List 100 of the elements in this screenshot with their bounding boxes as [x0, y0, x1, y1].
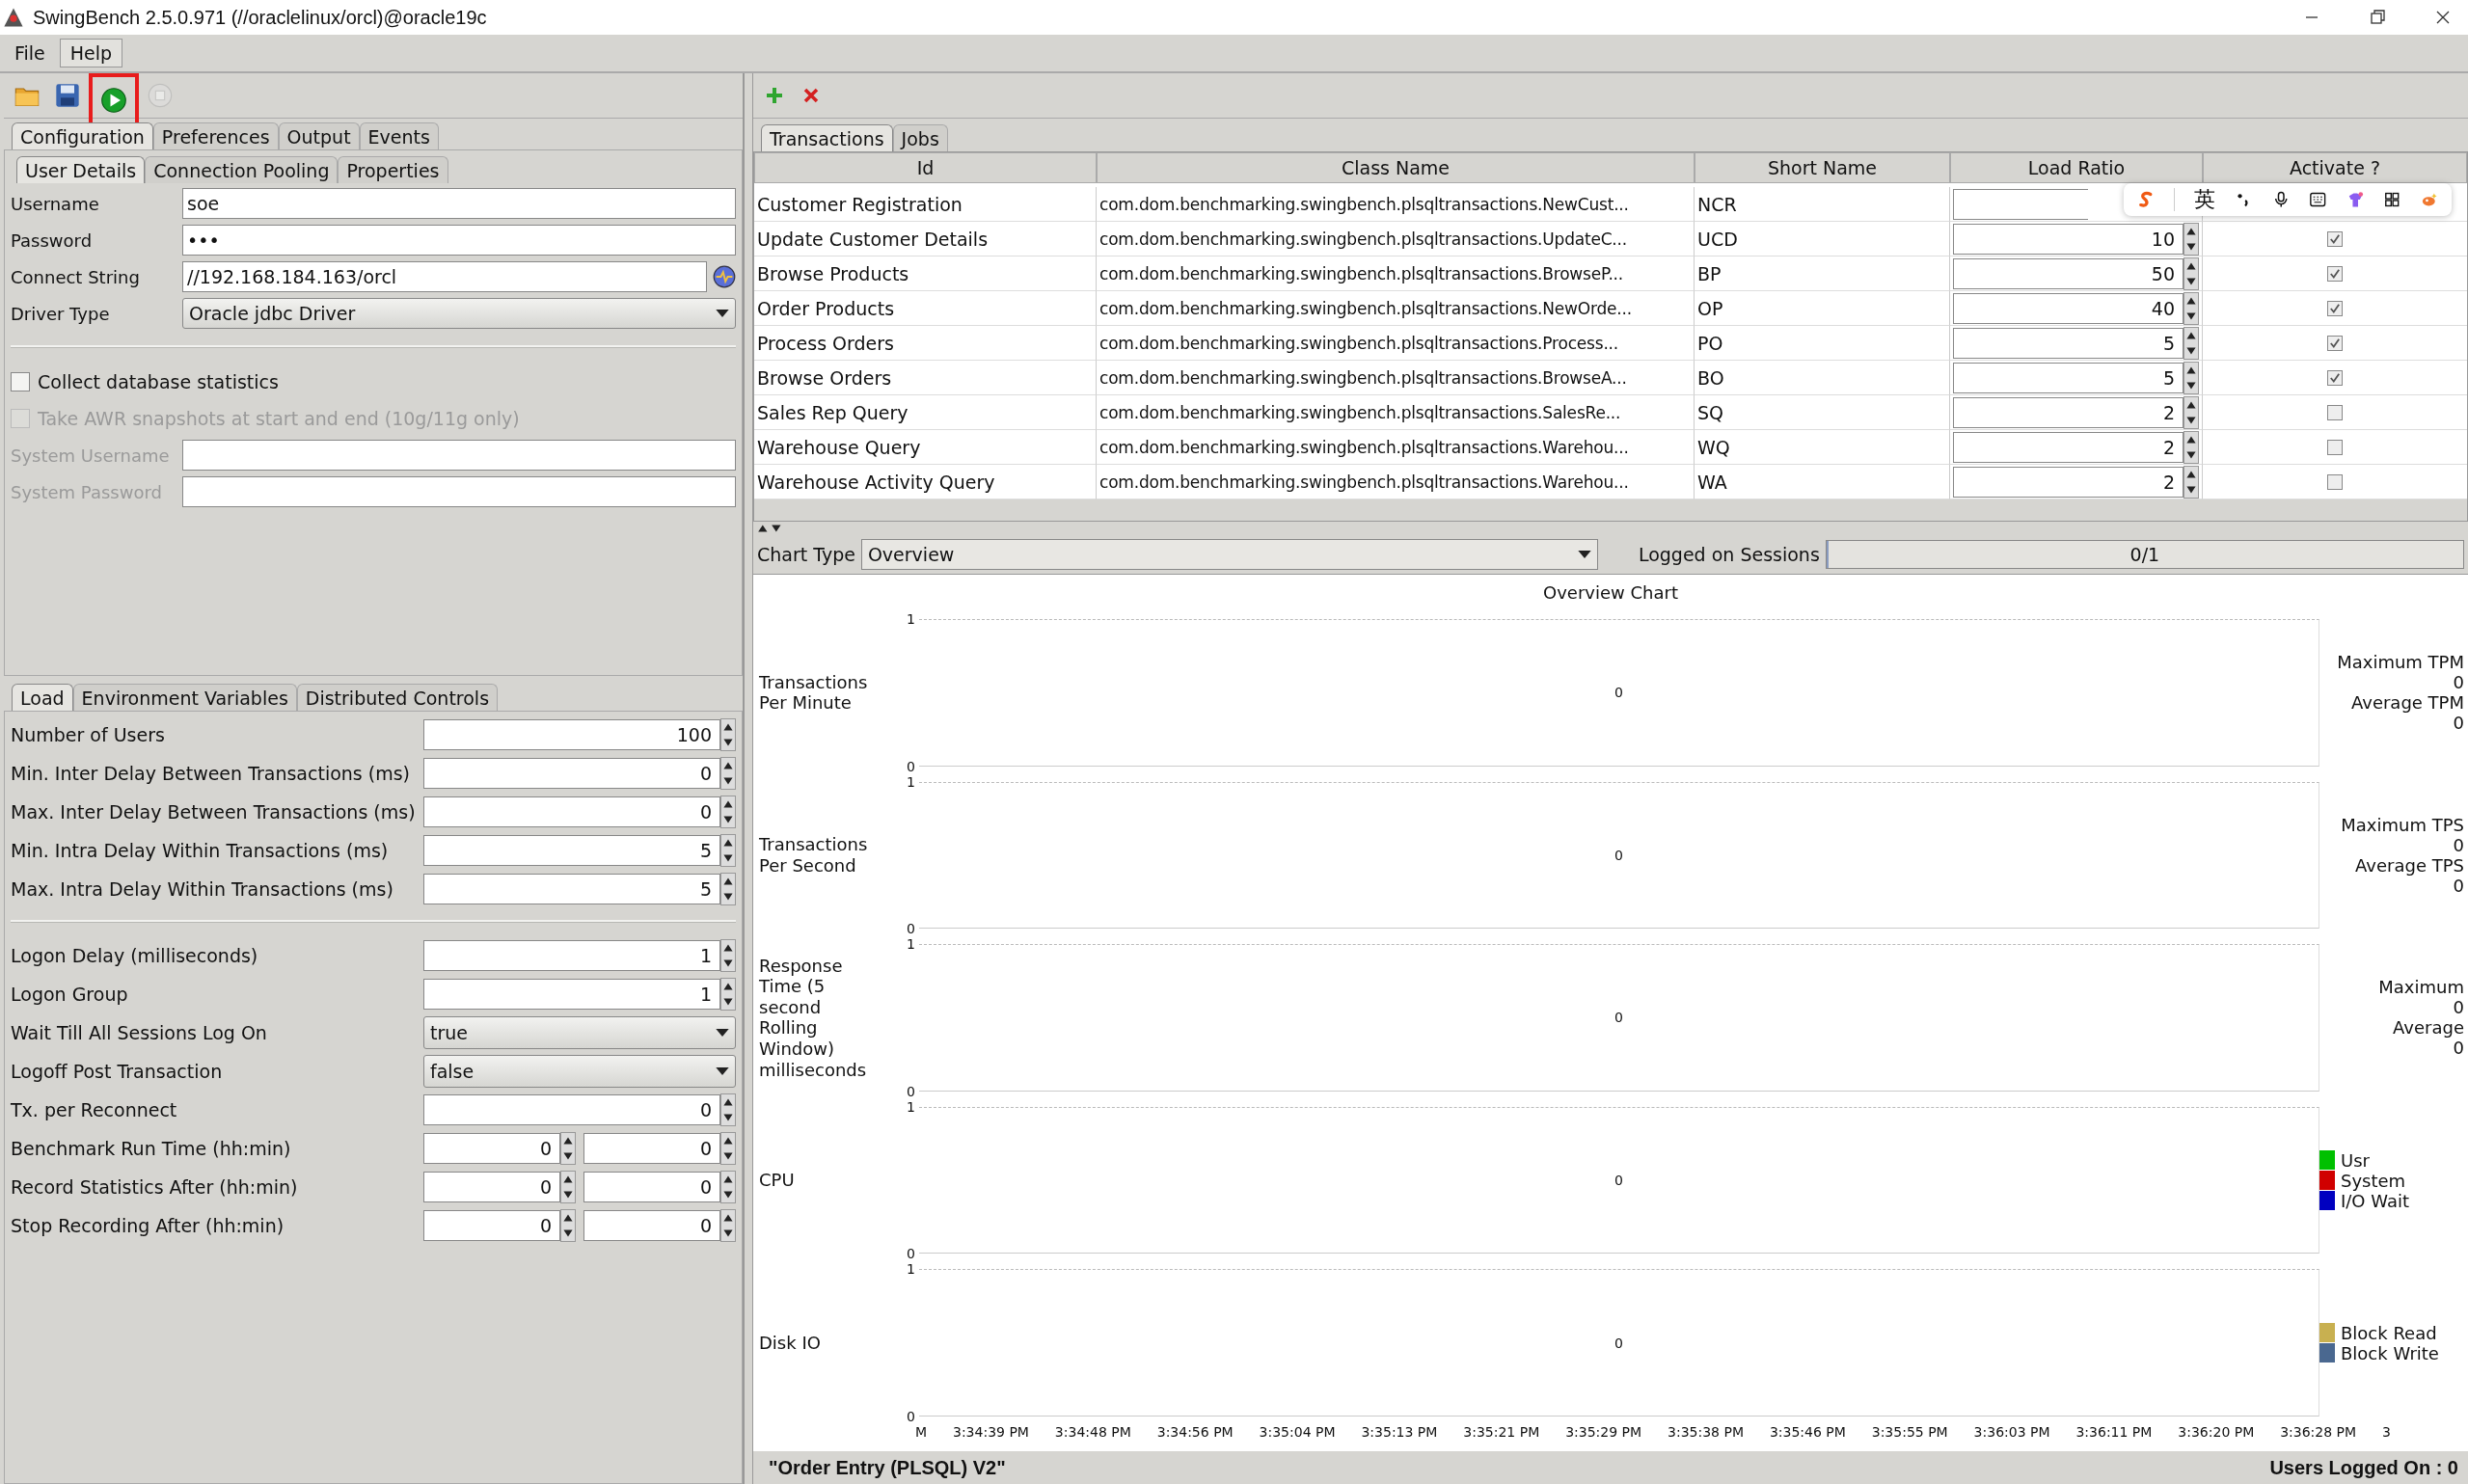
spinner-arrows-icon[interactable]	[720, 718, 736, 751]
axis-label: Transactions Per Minute	[758, 671, 869, 714]
play-icon[interactable]	[100, 87, 127, 114]
number-field[interactable]	[1953, 188, 2088, 220]
checkbox[interactable]	[2327, 335, 2343, 351]
tab[interactable]: Events	[359, 122, 439, 149]
column-header[interactable]: Short Name	[1695, 152, 1950, 183]
checkbox[interactable]	[2327, 473, 2343, 490]
dropdown[interactable]: Overview	[860, 539, 1598, 570]
dropdown[interactable]: true	[423, 1016, 736, 1049]
spinner-arrows-icon[interactable]	[2183, 291, 2199, 325]
tab[interactable]: Distributed Controls	[296, 684, 499, 711]
input-field[interactable]: •••	[182, 225, 736, 256]
number-field[interactable]: 1	[423, 979, 720, 1010]
tab[interactable]: Output	[278, 122, 360, 149]
column-header[interactable]: Load Ratio	[1950, 152, 2203, 183]
tab[interactable]: User Details	[16, 156, 146, 183]
column-header[interactable]: Class Name	[1097, 152, 1695, 183]
number-field[interactable]: 0	[423, 1172, 560, 1202]
column-header[interactable]: Activate ?	[2203, 152, 2467, 183]
tick-label: 0	[907, 921, 915, 937]
number-field[interactable]: 0	[583, 1172, 720, 1202]
spinner-arrows-icon[interactable]	[2183, 256, 2199, 290]
pulse-icon[interactable]	[713, 265, 736, 288]
spinner-arrows-icon[interactable]	[2183, 222, 2199, 256]
dropdown[interactable]: Oracle jdbc Driver	[182, 298, 736, 329]
spinner-arrows-icon[interactable]	[2183, 465, 2199, 499]
number-field[interactable]: 0	[423, 1094, 720, 1125]
tab[interactable]: Properties	[338, 156, 448, 183]
checkbox[interactable]	[2327, 404, 2343, 420]
spinner-arrows-icon[interactable]	[2183, 326, 2199, 360]
spinner-arrows-icon[interactable]	[720, 757, 736, 790]
checkbox[interactable]	[2327, 300, 2343, 316]
table-cell: Customer Registration	[754, 187, 1097, 222]
spinner-arrows-icon[interactable]	[720, 1171, 736, 1203]
spinner-arrows-icon[interactable]	[720, 834, 736, 867]
number-field[interactable]: 100	[423, 719, 720, 750]
number-field[interactable]: 0	[583, 1210, 720, 1241]
field-label: Logon Group	[11, 984, 129, 1005]
number-field[interactable]: 2	[1953, 466, 2183, 498]
input-field[interactable]	[182, 440, 736, 471]
tick-label: 3:35:38 PM	[1668, 1423, 1744, 1442]
spinner-arrows-icon[interactable]	[2183, 430, 2199, 464]
tab[interactable]: Connection Pooling	[145, 156, 339, 183]
number-field[interactable]: 40	[1953, 292, 2183, 324]
checkbox[interactable]	[11, 372, 30, 391]
spinner-arrows-icon[interactable]	[720, 939, 736, 972]
checkbox[interactable]	[2327, 369, 2343, 386]
number-field[interactable]: 0	[423, 1133, 560, 1164]
table-cell: SQ	[1695, 395, 1950, 430]
number-field[interactable]: 2	[1953, 431, 2183, 463]
spinner-arrows-icon[interactable]	[720, 1093, 736, 1126]
spinner-arrows-icon[interactable]	[2183, 395, 2199, 429]
number-field[interactable]: 0	[423, 758, 720, 789]
spinner-arrows-icon[interactable]	[720, 1132, 736, 1165]
restore-icon[interactable]	[2368, 8, 2387, 27]
spinner-arrows-icon[interactable]	[2183, 361, 2199, 394]
number-field[interactable]: 5	[1953, 327, 2183, 359]
spinner-arrows-icon[interactable]	[560, 1209, 576, 1242]
number-field[interactable]: 2	[1953, 396, 2183, 428]
tab[interactable]: Environment Variables	[72, 684, 297, 711]
number-field[interactable]: 0	[423, 796, 720, 827]
tab[interactable]: Configuration	[12, 122, 153, 149]
field-label: Logoff Post Transaction	[11, 1061, 224, 1082]
save-icon[interactable]	[54, 82, 81, 109]
checkbox[interactable]	[2327, 439, 2343, 455]
checkbox[interactable]	[2327, 265, 2343, 282]
spinner-arrows-icon[interactable]	[720, 978, 736, 1011]
number-field[interactable]: 0	[583, 1133, 720, 1164]
tab[interactable]: Load	[12, 684, 73, 711]
number-field[interactable]: 5	[1953, 362, 2183, 393]
number-field[interactable]: 10	[1953, 223, 2183, 255]
tick-label: M	[915, 1423, 928, 1442]
column-header[interactable]: Id	[754, 152, 1097, 183]
number-field[interactable]: 50	[1953, 257, 2183, 289]
language-toggle[interactable]: 英	[2194, 185, 2216, 214]
menu-item[interactable]: Help	[59, 39, 123, 67]
number-field[interactable]: 1	[423, 940, 720, 971]
spinner-arrows-icon[interactable]	[560, 1171, 576, 1203]
tab[interactable]: Jobs	[892, 124, 948, 151]
spinner-arrows-icon[interactable]	[720, 873, 736, 905]
input-field[interactable]	[182, 476, 736, 507]
dropdown[interactable]: false	[423, 1055, 736, 1088]
input-field[interactable]: soe	[182, 188, 736, 219]
legend-text: Block Write	[2341, 1342, 2439, 1363]
table-cell: Browse Orders	[754, 361, 1097, 395]
number-field[interactable]: 0	[423, 1210, 560, 1241]
number-field[interactable]: 5	[423, 874, 720, 904]
spinner-arrows-icon[interactable]	[720, 1209, 736, 1242]
number-field[interactable]: 5	[423, 835, 720, 866]
table-cell: BO	[1695, 361, 1950, 395]
menu-item[interactable]: File	[4, 39, 56, 67]
checkbox[interactable]	[2327, 230, 2343, 247]
tick-label: 3:34:56 PM	[1156, 1423, 1234, 1442]
tab[interactable]: Preferences	[152, 122, 279, 149]
spinner-arrows-icon[interactable]	[720, 796, 736, 828]
tab[interactable]: Transactions	[761, 124, 893, 151]
delete-icon[interactable]	[801, 86, 821, 105]
input-field[interactable]: //192.168.184.163/orcl	[182, 261, 707, 292]
spinner-arrows-icon[interactable]	[560, 1132, 576, 1165]
